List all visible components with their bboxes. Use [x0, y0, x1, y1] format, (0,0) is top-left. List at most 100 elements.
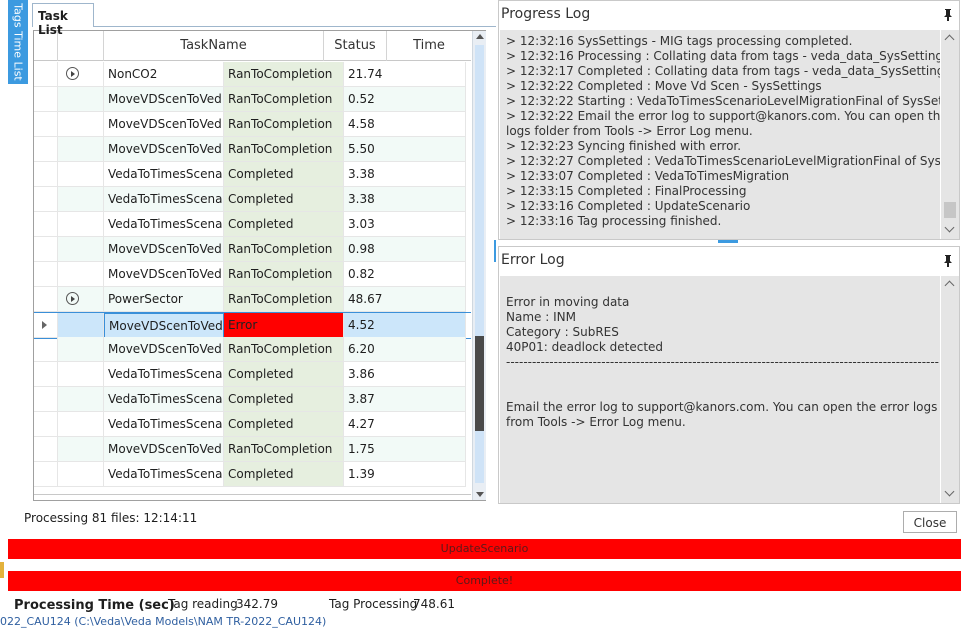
panel-splitter-left[interactable] [494, 240, 496, 262]
task-time-cell[interactable]: 3.86 [344, 362, 466, 387]
table-row[interactable]: MoveVDScenToVed... RanToCompletion 4.58 [34, 112, 471, 137]
scroll-up-icon[interactable] [944, 34, 955, 45]
pin-icon[interactable] [943, 9, 953, 21]
row-indicator-cell[interactable] [34, 112, 58, 137]
task-status-cell[interactable]: RanToCompletion [224, 237, 344, 262]
task-time-cell[interactable]: 21.74 [344, 62, 466, 87]
task-name-cell[interactable]: VedaToTimesScena... [104, 387, 224, 412]
task-time-cell[interactable]: 3.87 [344, 387, 466, 412]
task-status-cell[interactable]: RanToCompletion [224, 437, 344, 462]
grid-scrollbar[interactable] [472, 31, 486, 500]
table-row[interactable]: VedaToTimesScena... Completed 3.86 [34, 362, 471, 387]
expand-row-icon[interactable] [66, 292, 79, 305]
table-row[interactable]: PowerSector RanToCompletion 48.67 [34, 287, 471, 312]
task-name-cell[interactable]: NonCO2 [104, 62, 224, 87]
column-header-status[interactable]: Status [324, 31, 387, 61]
task-time-cell[interactable]: 6.20 [344, 337, 466, 362]
task-status-cell[interactable]: RanToCompletion [224, 287, 344, 312]
task-status-cell[interactable]: RanToCompletion [224, 62, 344, 87]
task-time-cell[interactable]: 4.27 [344, 412, 466, 437]
table-row[interactable]: VedaToTimesScena... Completed 3.87 [34, 387, 471, 412]
tags-time-list-tab[interactable]: Tags Time List [8, 0, 28, 84]
task-status-cell[interactable]: Completed [224, 212, 344, 237]
task-name-cell[interactable]: MoveVDScenToVed... [104, 262, 224, 287]
row-indicator-cell[interactable] [34, 313, 58, 338]
task-status-cell[interactable]: Error [224, 313, 344, 338]
task-time-cell[interactable]: 1.75 [344, 437, 466, 462]
task-status-cell[interactable]: RanToCompletion [224, 112, 344, 137]
row-indicator-cell[interactable] [34, 362, 58, 387]
row-indicator-cell[interactable] [34, 187, 58, 212]
task-name-cell[interactable]: VedaToTimesScena... [104, 162, 224, 187]
splitter-grip[interactable] [718, 240, 738, 243]
task-status-cell[interactable]: Completed [224, 362, 344, 387]
scroll-down-icon[interactable] [476, 492, 484, 497]
task-time-cell[interactable]: 5.50 [344, 137, 466, 162]
task-time-cell[interactable]: 48.67 [344, 287, 466, 312]
task-time-cell[interactable]: 4.52 [344, 313, 466, 338]
task-status-cell[interactable]: RanToCompletion [224, 262, 344, 287]
tab-task-list[interactable]: Task List [32, 3, 94, 37]
table-row[interactable]: MoveVDScenToVed... RanToCompletion 0.82 [34, 262, 471, 287]
row-indicator-cell[interactable] [34, 412, 58, 437]
close-button[interactable]: Close [903, 511, 957, 533]
task-time-cell[interactable]: 1.39 [344, 462, 466, 487]
pin-icon[interactable] [943, 255, 953, 267]
row-indicator-cell[interactable] [34, 212, 58, 237]
scroll-thumb[interactable] [475, 336, 484, 431]
task-status-cell[interactable]: Completed [224, 162, 344, 187]
row-indicator-cell[interactable] [34, 387, 58, 412]
task-name-cell[interactable]: MoveVDScenToVed... [104, 237, 224, 262]
column-header-time[interactable]: Time [387, 31, 471, 61]
row-indicator-cell[interactable] [34, 437, 58, 462]
task-status-cell[interactable]: RanToCompletion [224, 337, 344, 362]
row-indicator-cell[interactable] [34, 462, 58, 487]
task-status-cell[interactable]: Completed [224, 412, 344, 437]
scroll-up-icon[interactable] [944, 280, 955, 291]
scroll-down-icon[interactable] [944, 486, 955, 497]
column-header-taskname[interactable]: TaskName [104, 31, 324, 61]
task-name-cell[interactable]: VedaToTimesScena... [104, 412, 224, 437]
progress-log-scrollbar[interactable] [941, 30, 959, 239]
row-indicator-cell[interactable] [34, 287, 58, 312]
scroll-thumb[interactable] [944, 202, 956, 218]
task-name-cell[interactable]: MoveVDScenToVed... [104, 112, 224, 137]
task-status-cell[interactable]: Completed [224, 187, 344, 212]
expand-row-icon[interactable] [66, 67, 79, 80]
row-indicator-cell[interactable] [34, 62, 58, 87]
table-row[interactable]: MoveVDScenToVed... RanToCompletion 5.50 [34, 137, 471, 162]
table-row[interactable]: VedaToTimesScena... Completed 4.27 [34, 412, 471, 437]
table-row[interactable]: MoveVDScenToVed... RanToCompletion 1.75 [34, 437, 471, 462]
task-time-cell[interactable]: 0.52 [344, 87, 466, 112]
task-time-cell[interactable]: 3.38 [344, 187, 466, 212]
row-indicator-cell[interactable] [34, 87, 58, 112]
table-row[interactable]: MoveVDScenToVed... Error 4.52 [34, 312, 471, 339]
task-name-cell[interactable]: MoveVDScenToVed... [104, 87, 224, 112]
task-name-cell[interactable]: MoveVDScenToVed... [104, 437, 224, 462]
task-time-cell[interactable]: 0.82 [344, 262, 466, 287]
table-row[interactable]: VedaToTimesScena... Completed 3.03 [34, 212, 471, 237]
task-time-cell[interactable]: 4.58 [344, 112, 466, 137]
table-row[interactable]: VedaToTimesScena... Completed 1.39 [34, 462, 471, 487]
row-indicator-cell[interactable] [34, 262, 58, 287]
task-name-cell[interactable]: MoveVDScenToVed... [104, 137, 224, 162]
task-time-cell[interactable]: 0.98 [344, 237, 466, 262]
row-indicator-cell[interactable] [34, 337, 58, 362]
row-indicator-cell[interactable] [34, 137, 58, 162]
task-name-cell[interactable]: MoveVDScenToVed... [104, 313, 224, 338]
task-time-cell[interactable]: 3.38 [344, 162, 466, 187]
scroll-up-icon[interactable] [476, 34, 484, 39]
task-name-cell[interactable]: VedaToTimesScena... [104, 362, 224, 387]
task-status-cell[interactable]: RanToCompletion [224, 87, 344, 112]
table-row[interactable]: NonCO2 RanToCompletion 21.74 [34, 62, 471, 87]
table-row[interactable]: MoveVDScenToVed... RanToCompletion 6.20 [34, 337, 471, 362]
task-name-cell[interactable]: VedaToTimesScena... [104, 212, 224, 237]
row-indicator-cell[interactable] [34, 162, 58, 187]
table-row[interactable]: VedaToTimesScena... Completed 3.38 [34, 162, 471, 187]
task-name-cell[interactable]: VedaToTimesScena... [104, 187, 224, 212]
task-status-cell[interactable]: Completed [224, 462, 344, 487]
table-row[interactable]: VedaToTimesScena... Completed 3.38 [34, 187, 471, 212]
task-status-cell[interactable]: Completed [224, 387, 344, 412]
table-row[interactable]: MoveVDScenToVed... RanToCompletion 0.98 [34, 237, 471, 262]
task-name-cell[interactable]: VedaToTimesScena... [104, 462, 224, 487]
